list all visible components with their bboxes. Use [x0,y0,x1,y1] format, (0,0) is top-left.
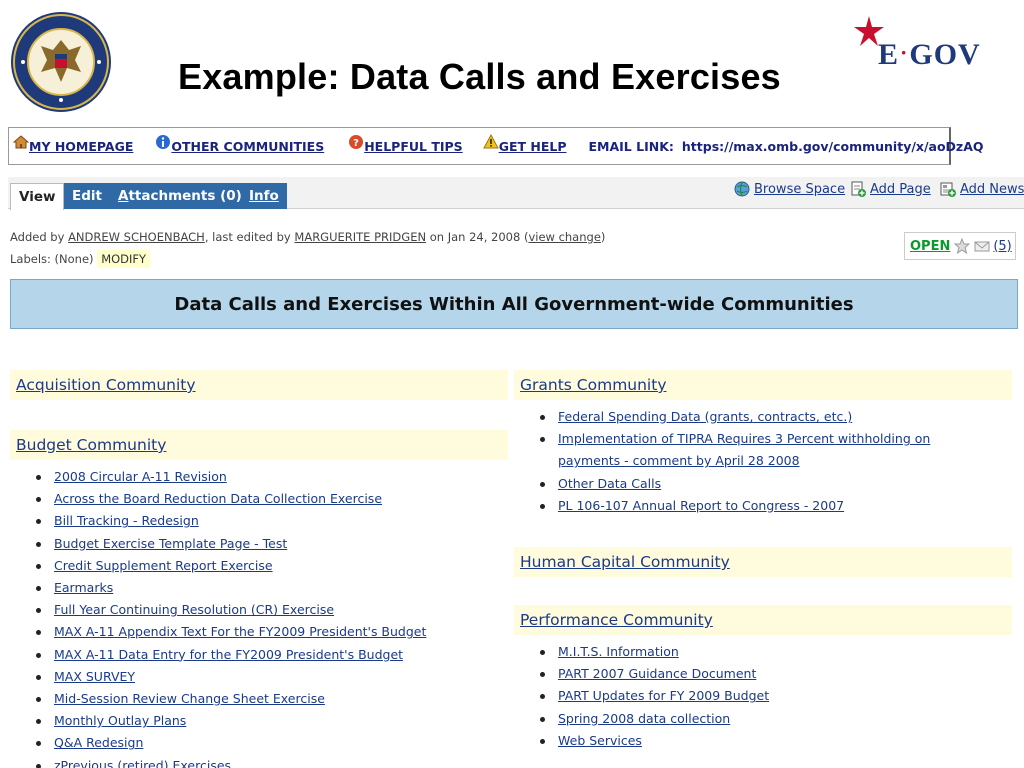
grants-items-list: Federal Spending Data (grants, contracts… [514,400,1012,517]
other-communities-link[interactable]: OTHER COMMUNITIES [155,135,324,154]
list-item[interactable]: PART 2007 Guidance Document [538,663,1012,685]
grants-community-heading[interactable]: Grants Community [514,370,1012,400]
performance-community-heading[interactable]: Performance Community [514,605,1012,636]
list-item[interactable]: 2008 Circular A-11 Revision [34,466,508,488]
list-item[interactable]: Web Services [538,730,1012,752]
budget-community-heading[interactable]: Budget Community [10,430,508,460]
page-meta-info: Added by ANDREW SCHOENBACH, last edited … [10,230,606,244]
modify-label-badge[interactable]: MODIFY [97,250,151,268]
watch-count-link[interactable]: (5) [993,239,1011,254]
list-item[interactable]: Budget Exercise Template Page - Test [34,533,508,555]
list-item[interactable]: Full Year Continuing Resolution (CR) Exe… [34,599,508,621]
budget-items-list: 2008 Circular A-11 Revision Across the B… [10,460,508,768]
list-item[interactable]: Q&A Redesign [34,732,508,754]
performance-items-list: M.I.T.S. Information PART 2007 Guidance … [514,635,1012,752]
list-item[interactable]: zPrevious (retired) Exercises [34,755,508,768]
info-icon [156,135,171,149]
left-communities-column: Acquisition Community Budget Community 2… [10,370,508,768]
status-panel: OPEN (5) [904,232,1016,260]
home-icon [13,135,29,149]
list-item[interactable]: Mid-Session Review Change Sheet Exercise [34,688,508,710]
list-item[interactable]: Other Data Calls [538,473,1012,495]
communities-banner: Data Calls and Exercises Within All Gove… [10,279,1018,329]
list-item[interactable]: PART Updates for FY 2009 Budget [538,685,1012,707]
egov-logo: E·GOV [852,14,992,74]
top-links-bar: MY HOMEPAGE OTHER COMMUNITIES ? HELPFUL … [8,127,984,165]
svg-text:?: ? [353,138,359,149]
list-item[interactable]: Monthly Outlay Plans [34,710,508,732]
tab-info[interactable]: Info [241,183,287,209]
list-item[interactable]: Credit Supplement Report Exercise [34,555,508,577]
egov-wordmark: E·GOV [878,38,981,71]
list-item[interactable]: M.I.T.S. Information [538,641,1012,663]
tab-view[interactable]: View [10,183,65,210]
email-link-url[interactable]: https://max.omb.gov/community/x/aoDzAQ [682,139,984,154]
list-item[interactable]: Spring 2008 data collection [538,708,1012,730]
open-status-link[interactable]: OPEN [910,239,950,254]
right-communities-column: Grants Community Federal Spending Data (… [514,370,1012,752]
human-capital-community-heading[interactable]: Human Capital Community [514,547,1012,578]
list-item[interactable]: PL 106-107 Annual Report to Congress - 2… [538,495,1012,517]
list-item[interactable]: MAX A-11 Appendix Text For the FY2009 Pr… [34,621,508,643]
tab-attachments[interactable]: Attachments (0) [110,183,250,209]
add-news-link[interactable]: Add News [940,181,1024,197]
get-help-link[interactable]: GET HELP [482,134,567,154]
list-item[interactable]: MAX SURVEY [34,666,508,688]
slide-title: Example: Data Calls and Exercises [178,56,781,97]
globe-icon [734,181,750,197]
page-labels: Labels: (None) MODIFY [10,250,151,268]
list-item[interactable]: MAX A-11 Data Entry for the FY2009 Presi… [34,644,508,666]
warning-icon [482,134,499,149]
view-change-link[interactable]: view change [528,230,600,244]
executive-office-seal [11,12,111,112]
envelope-icon[interactable] [974,238,990,254]
tab-edit[interactable]: Edit [64,183,110,209]
list-item[interactable]: Federal Spending Data (grants, contracts… [538,406,1012,428]
add-page-icon [851,181,866,197]
star-icon[interactable] [954,238,971,254]
list-item[interactable]: Implementation of TIPRA Requires 3 Perce… [538,428,1012,472]
question-icon: ? [349,135,364,149]
editor-link[interactable]: MARGUERITE PRIDGEN [294,230,426,244]
helpful-tips-link[interactable]: ? HELPFUL TIPS [348,135,463,154]
acquisition-community-heading[interactable]: Acquisition Community [10,370,508,400]
list-item[interactable]: Earmarks [34,577,508,599]
add-news-icon [940,182,956,197]
my-homepage-link[interactable]: MY HOMEPAGE [13,135,133,154]
list-item[interactable]: Bill Tracking - Redesign [34,510,508,532]
email-link-label: EMAIL LINK: [588,138,674,154]
page-tab-bar: View Edit Attachments (0) Info Browse Sp… [8,177,1024,210]
add-page-link[interactable]: Add Page [850,181,931,197]
author-link[interactable]: ANDREW SCHOENBACH [68,230,205,244]
browse-space-link[interactable]: Browse Space [734,181,845,197]
list-item[interactable]: Across the Board Reduction Data Collecti… [34,488,508,510]
